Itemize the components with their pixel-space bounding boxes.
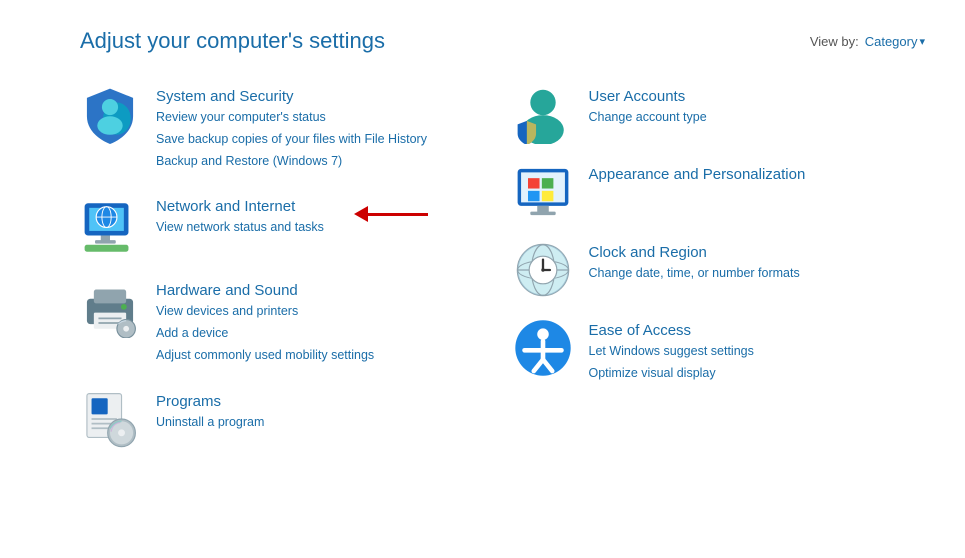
left-column: System and Security Review your computer…	[80, 84, 493, 449]
ease-access-text: Ease of Access Let Windows suggest setti…	[589, 318, 754, 383]
page-title: Adjust your computer's settings	[80, 28, 385, 54]
hardware-sound-text: Hardware and Sound View devices and prin…	[156, 278, 374, 364]
main-content: System and Security Review your computer…	[0, 74, 965, 469]
programs-title[interactable]: Programs	[156, 393, 264, 410]
network-internet-icon	[80, 194, 140, 254]
hardware-sound-link-3[interactable]: Adjust commonly used mobility settings	[156, 346, 374, 365]
programs-icon	[80, 389, 140, 449]
system-security-icon	[80, 84, 140, 144]
clock-region-link-1[interactable]: Change date, time, or number formats	[589, 264, 800, 283]
hardware-sound-title[interactable]: Hardware and Sound	[156, 282, 374, 299]
user-accounts-icon	[513, 84, 573, 144]
user-accounts-link-1[interactable]: Change account type	[589, 108, 707, 127]
hardware-sound-link-2[interactable]: Add a device	[156, 324, 374, 343]
clock-region-icon	[513, 240, 573, 300]
user-accounts-title[interactable]: User Accounts	[589, 88, 707, 105]
view-by-label: View by:	[810, 34, 859, 49]
programs-text: Programs Uninstall a program	[156, 389, 264, 432]
category-programs: Programs Uninstall a program	[80, 389, 493, 449]
arrow-head	[354, 206, 368, 222]
appearance-text: Appearance and Personalization	[589, 162, 806, 183]
appearance-icon	[513, 162, 573, 222]
system-security-link-2[interactable]: Save backup copies of your files with Fi…	[156, 130, 427, 149]
category-appearance: Appearance and Personalization	[513, 162, 926, 222]
appearance-title[interactable]: Appearance and Personalization	[589, 166, 806, 183]
category-hardware-sound: Hardware and Sound View devices and prin…	[80, 278, 493, 364]
system-security-text: System and Security Review your computer…	[156, 84, 427, 170]
ease-access-title[interactable]: Ease of Access	[589, 322, 754, 339]
ease-access-link-2[interactable]: Optimize visual display	[589, 364, 754, 383]
clock-region-text: Clock and Region Change date, time, or n…	[589, 240, 800, 283]
category-ease-access: Ease of Access Let Windows suggest setti…	[513, 318, 926, 383]
hardware-sound-link-1[interactable]: View devices and printers	[156, 302, 374, 321]
ease-access-link-1[interactable]: Let Windows suggest settings	[589, 342, 754, 361]
arrow-line	[368, 213, 428, 216]
right-column: User Accounts Change account type	[493, 84, 926, 449]
view-by-container: View by: Category	[810, 34, 925, 49]
hardware-sound-icon	[80, 278, 140, 338]
system-security-title[interactable]: System and Security	[156, 88, 427, 105]
category-system-security: System and Security Review your computer…	[80, 84, 493, 170]
category-network-internet: Network and Internet View network status…	[80, 194, 493, 254]
view-by-dropdown[interactable]: Category	[865, 34, 925, 49]
network-internet-title[interactable]: Network and Internet	[156, 198, 324, 215]
ease-access-icon	[513, 318, 573, 378]
page-header: Adjust your computer's settings View by:…	[0, 0, 965, 74]
system-security-link-3[interactable]: Backup and Restore (Windows 7)	[156, 152, 427, 171]
clock-region-title[interactable]: Clock and Region	[589, 244, 800, 261]
network-internet-text: Network and Internet View network status…	[156, 194, 324, 237]
arrow-annotation	[355, 206, 428, 222]
category-user-accounts: User Accounts Change account type	[513, 84, 926, 144]
user-accounts-text: User Accounts Change account type	[589, 84, 707, 127]
network-internet-link-1[interactable]: View network status and tasks	[156, 218, 324, 237]
category-clock-region: Clock and Region Change date, time, or n…	[513, 240, 926, 300]
programs-link-1[interactable]: Uninstall a program	[156, 413, 264, 432]
system-security-link-1[interactable]: Review your computer's status	[156, 108, 427, 127]
